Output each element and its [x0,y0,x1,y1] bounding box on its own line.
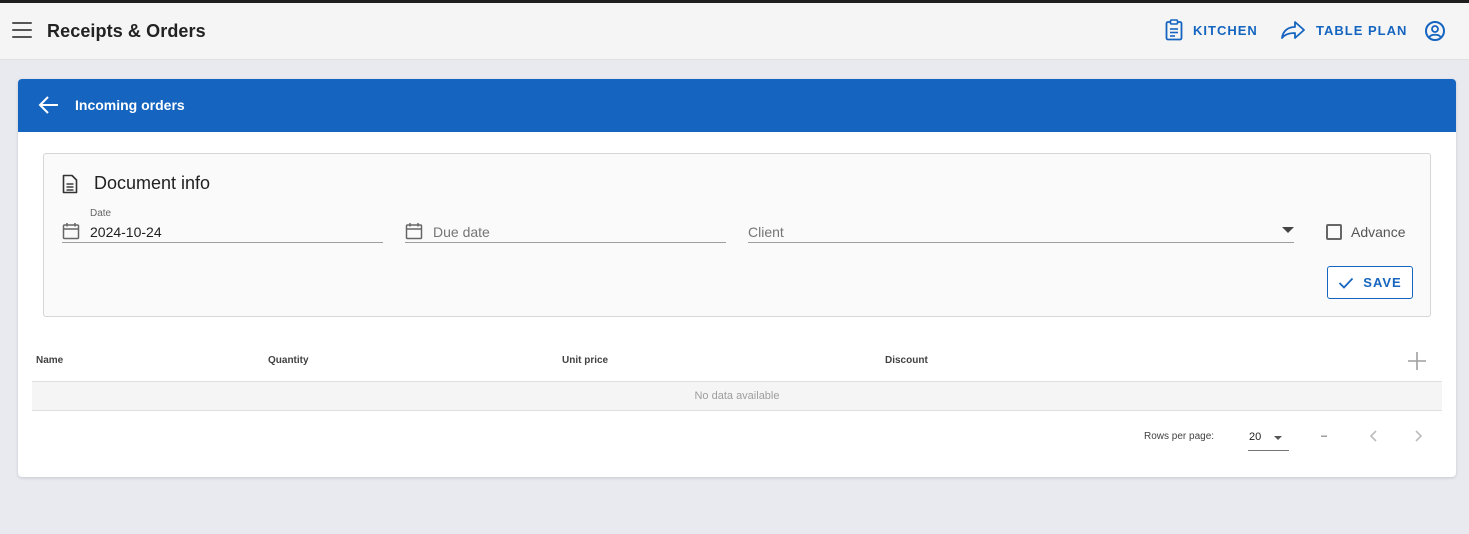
table-plan-button[interactable]: TABLE PLAN [1280,19,1407,41]
document-info-title: Document info [94,173,211,193]
chevron-right-icon[interactable] [1412,429,1424,443]
caret-down-icon [1274,436,1282,440]
calendar-icon [62,223,80,240]
kitchen-button[interactable]: KITCHEN [1165,19,1258,41]
checkbox-box[interactable] [1326,224,1342,240]
caret-down-icon [1282,227,1294,233]
date-value: 2024-10-24 [90,224,162,240]
rows-per-page-value: 20 [1249,431,1262,443]
save-label: SAVE [1363,275,1402,290]
card-header: Incoming orders [18,79,1456,132]
due-date-field[interactable]: Due date [405,206,726,243]
kitchen-label: KITCHEN [1193,22,1258,38]
page-range-text: – [1321,430,1328,442]
document-info-panel: Document info Date 2024-10-24 Due date C… [43,153,1431,317]
back-arrow-icon[interactable] [38,95,60,120]
check-icon [1339,277,1354,289]
card-title: Incoming orders [75,97,185,113]
table-divider [32,410,1442,411]
document-icon [62,174,78,194]
calendar-icon [405,223,423,240]
account-icon[interactable] [1424,20,1446,47]
no-data-text: No data available [694,390,780,402]
chevron-left-icon[interactable] [1368,429,1380,443]
column-header-name[interactable]: Name [36,355,63,366]
due-date-placeholder: Due date [433,224,490,240]
share-arrow-icon [1281,21,1305,39]
advance-label: Advance [1351,224,1406,240]
add-icon[interactable] [1407,351,1427,371]
table-plan-label: TABLE PLAN [1316,22,1408,38]
column-header-quantity[interactable]: Quantity [268,355,309,366]
save-button[interactable]: SAVE [1327,266,1413,299]
advance-checkbox[interactable]: Advance [1326,224,1405,240]
column-header-unit-price[interactable]: Unit price [562,355,608,366]
column-header-discount[interactable]: Discount [885,355,928,366]
client-select[interactable]: Client [748,206,1294,243]
incoming-orders-card: Incoming orders Document info Date 2024-… [18,79,1456,477]
date-field[interactable]: Date 2024-10-24 [62,206,383,243]
rows-per-page-label: Rows per page: [1144,431,1215,442]
empty-table-row: No data available [32,382,1442,410]
menu-icon[interactable] [12,22,32,38]
clipboard-list-icon [1165,19,1183,41]
app-title: Receipts & Orders [47,21,206,41]
rows-per-page-select[interactable]: 20 [1248,423,1289,451]
app-bar: Receipts & Orders KITCHEN TABLE PLAN [0,3,1469,60]
client-placeholder: Client [748,224,784,240]
date-label: Date [90,208,112,219]
